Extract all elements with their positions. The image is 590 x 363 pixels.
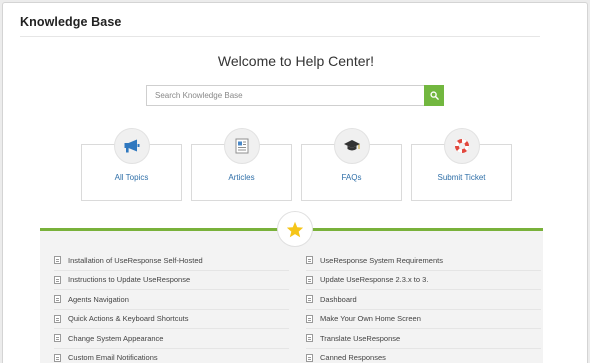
document-icon: [223, 128, 260, 164]
list-item[interactable]: Instructions to Update UseResponse: [54, 271, 289, 290]
featured-list-left: Installation of UseResponse Self-Hosted …: [54, 251, 289, 363]
tile-label: Submit Ticket: [437, 173, 486, 182]
document-icon: [54, 334, 61, 343]
tile-all-topics[interactable]: All Topics: [81, 128, 182, 201]
list-item[interactable]: Canned Responses: [306, 349, 541, 363]
list-item[interactable]: Custom Email Notifications: [54, 349, 289, 363]
document-icon: [306, 314, 313, 323]
document-icon: [54, 353, 61, 362]
page-title: Knowledge Base: [20, 15, 122, 29]
list-item[interactable]: UseResponse System Requirements: [306, 251, 541, 271]
document-icon: [306, 334, 313, 343]
list-item[interactable]: Quick Actions & Keyboard Shortcuts: [54, 310, 289, 329]
title-divider: [20, 36, 540, 37]
lifebuoy-icon: [443, 128, 480, 164]
tile-faqs[interactable]: FAQs: [301, 128, 402, 201]
tile-submit-ticket[interactable]: Submit Ticket: [411, 128, 512, 201]
welcome-heading: Welcome to Help Center!: [217, 53, 375, 69]
document-icon: [306, 353, 313, 362]
document-icon: [54, 256, 61, 265]
document-icon: [54, 314, 61, 323]
megaphone-icon: [113, 128, 150, 164]
document-icon: [54, 295, 61, 304]
list-item[interactable]: Make Your Own Home Screen: [306, 310, 541, 329]
document-icon: [306, 275, 313, 284]
document-icon: [54, 275, 61, 284]
list-item[interactable]: Translate UseResponse: [306, 329, 541, 349]
search-bar: [146, 85, 444, 106]
list-item[interactable]: Change System Appearance: [54, 329, 289, 349]
list-item[interactable]: Agents Navigation: [54, 290, 289, 310]
featured-list-right: UseResponse System Requirements Update U…: [306, 251, 541, 363]
document-icon: [306, 256, 313, 265]
category-tiles: All Topics Articles FAQs Submit Ticket: [81, 128, 513, 201]
search-button[interactable]: [424, 85, 444, 106]
tile-label: Articles: [228, 173, 255, 182]
document-icon: [306, 295, 313, 304]
search-icon: [429, 91, 439, 100]
help-center-window: Knowledge Base Welcome to Help Center! A…: [2, 2, 588, 363]
tile-label: FAQs: [341, 173, 362, 182]
list-item[interactable]: Dashboard: [306, 290, 541, 310]
star-icon: [277, 211, 313, 247]
search-input[interactable]: [146, 85, 424, 106]
graduation-cap-icon: [333, 128, 370, 164]
list-item[interactable]: Installation of UseResponse Self-Hosted: [54, 251, 289, 271]
tile-articles[interactable]: Articles: [191, 128, 292, 201]
list-item[interactable]: Update UseResponse 2.3.x to 3.: [306, 271, 541, 290]
tile-label: All Topics: [114, 173, 149, 182]
